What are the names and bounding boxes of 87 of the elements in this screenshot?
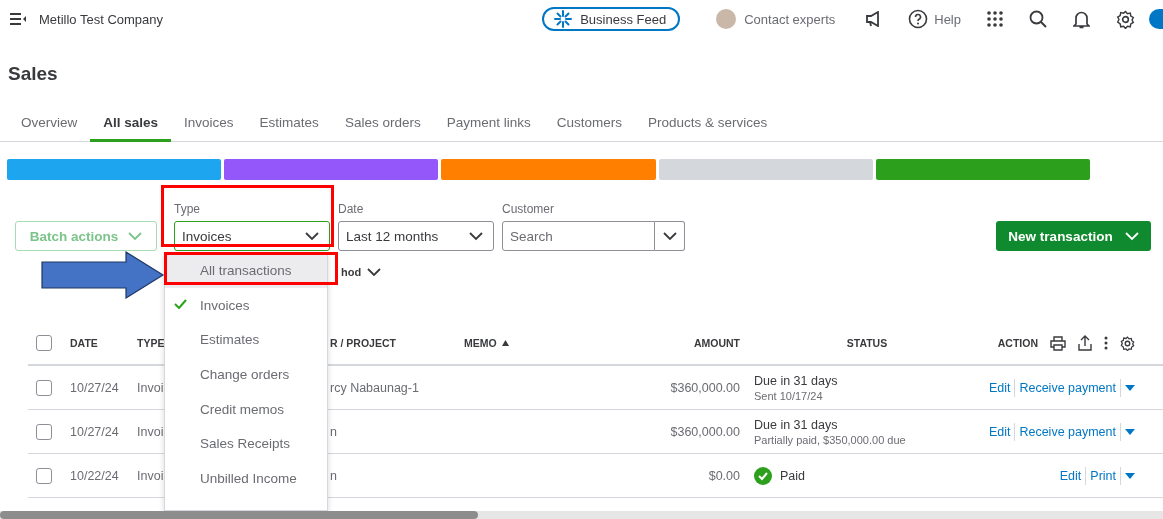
menu-icon[interactable] bbox=[9, 12, 27, 26]
settings-icon[interactable] bbox=[1120, 335, 1135, 351]
tab[interactable]: Invoices bbox=[171, 106, 247, 142]
chevron-down-icon bbox=[469, 231, 483, 241]
column-header[interactable]: DATE bbox=[70, 337, 98, 349]
avatar-circle bbox=[716, 9, 737, 29]
action-link[interactable]: Edit bbox=[988, 380, 1011, 395]
settings-icon[interactable] bbox=[1116, 9, 1135, 29]
new-transaction-button[interactable]: New transaction bbox=[996, 221, 1151, 251]
customer-cell: rcy Nabaunag-1 bbox=[330, 380, 419, 395]
customer-cell: n bbox=[330, 468, 337, 483]
sort-ascending-icon[interactable] bbox=[501, 340, 509, 346]
tab[interactable]: Products & services bbox=[635, 106, 781, 142]
row-checkbox[interactable] bbox=[36, 467, 52, 484]
customer-cell: n bbox=[330, 424, 337, 439]
company-name: Metillo Test Company bbox=[39, 11, 164, 27]
search-icon[interactable] bbox=[1029, 10, 1047, 28]
print-icon[interactable] bbox=[1050, 335, 1066, 351]
amount-cell-text: $360,000.00 bbox=[669, 380, 740, 395]
type-cell: Invoi bbox=[137, 380, 164, 395]
chevron-down-icon bbox=[128, 231, 143, 241]
help-icon[interactable] bbox=[908, 9, 929, 29]
tab[interactable]: Sales orders bbox=[331, 106, 434, 142]
status-text: Due in 31 days bbox=[754, 373, 839, 388]
bell-icon[interactable] bbox=[1073, 9, 1090, 29]
status-note: Partially paid, $350,000.00 due bbox=[754, 433, 907, 446]
date-cell-text: 10/27/24 bbox=[70, 380, 120, 395]
column-header[interactable]: MEMO bbox=[464, 337, 497, 349]
tab[interactable]: Estimates bbox=[246, 106, 332, 142]
status-text: Due in 31 days bbox=[754, 417, 839, 432]
export-icon[interactable] bbox=[1078, 335, 1092, 351]
check-circle-icon bbox=[754, 466, 772, 485]
amount-cell-text: $360,000.00 bbox=[669, 424, 740, 439]
filter-label[interactable]: hod bbox=[341, 266, 362, 278]
column-header[interactable]: R / PROJECT bbox=[330, 337, 396, 349]
page-title: Sales bbox=[8, 62, 59, 86]
action-link[interactable]: Receive payment bbox=[1019, 380, 1116, 395]
menu-item[interactable]: Sales Receipts bbox=[165, 426, 327, 462]
help-link[interactable]: Help bbox=[934, 11, 961, 27]
checkmark-icon bbox=[174, 298, 187, 309]
business-feed-button[interactable]: Business Feed bbox=[542, 7, 681, 31]
date-cell-text: 10/27/24 bbox=[70, 424, 120, 439]
caret-down-icon[interactable] bbox=[1125, 472, 1135, 479]
amount-cell-text: $0.00 bbox=[707, 468, 740, 483]
type-cell: Invoi bbox=[137, 424, 164, 439]
caret-down-icon[interactable] bbox=[1125, 384, 1135, 391]
sparkle-icon bbox=[554, 10, 573, 28]
date-cell-text: 10/22/24 bbox=[70, 468, 120, 483]
action-link[interactable]: Print bbox=[1090, 468, 1116, 483]
type-dropdown[interactable]: Invoices bbox=[174, 221, 330, 251]
column-header[interactable]: TYPE bbox=[137, 337, 165, 349]
caret-down-icon[interactable] bbox=[1125, 428, 1135, 435]
status-text: Paid bbox=[780, 468, 806, 483]
horizontal-scrollbar[interactable] bbox=[0, 511, 1163, 519]
menu-item[interactable]: Estimates bbox=[165, 322, 327, 358]
type-cell: Invoi bbox=[137, 468, 164, 483]
column-header[interactable]: AMOUNT bbox=[693, 337, 740, 349]
date-label: Date bbox=[338, 202, 365, 216]
status-note: Sent 10/17/24 bbox=[754, 389, 824, 402]
customer-search-field[interactable]: Search bbox=[502, 221, 655, 251]
chevron-down-icon bbox=[305, 231, 319, 241]
type-label: Type bbox=[174, 202, 201, 216]
chevron-down-icon bbox=[662, 231, 677, 241]
tab[interactable]: Overview bbox=[8, 106, 91, 142]
column-header[interactable]: ACTION bbox=[997, 337, 1038, 349]
select-all-checkbox[interactable] bbox=[36, 335, 52, 351]
menu-item[interactable]: Invoices bbox=[165, 287, 327, 323]
tab[interactable]: Payment links bbox=[433, 106, 544, 142]
more-options-icon[interactable] bbox=[1104, 336, 1108, 350]
column-header[interactable]: STATUS bbox=[846, 337, 888, 349]
chevron-down-icon bbox=[1124, 231, 1139, 241]
menu-item[interactable]: Unbilled Income bbox=[165, 461, 327, 496]
tab[interactable]: Customers bbox=[543, 106, 635, 142]
row-checkbox[interactable] bbox=[36, 423, 52, 440]
tab[interactable]: All sales bbox=[90, 106, 172, 142]
date-dropdown[interactable]: Last 12 months bbox=[338, 221, 494, 251]
apps-grid-icon[interactable] bbox=[987, 11, 1003, 27]
action-link[interactable]: Edit bbox=[1059, 468, 1082, 483]
contact-experts-link[interactable]: Contact experts bbox=[744, 11, 836, 27]
menu-item[interactable]: Change orders bbox=[165, 357, 327, 392]
customer-dropdown-button[interactable] bbox=[655, 221, 685, 251]
menu-item[interactable]: Credit memos bbox=[165, 391, 327, 427]
action-link[interactable]: Receive payment bbox=[1019, 424, 1116, 439]
chevron-down-icon bbox=[367, 267, 382, 277]
action-link[interactable]: Edit bbox=[988, 424, 1011, 439]
customer-label: Customer bbox=[502, 202, 555, 216]
row-checkbox[interactable] bbox=[36, 379, 52, 396]
